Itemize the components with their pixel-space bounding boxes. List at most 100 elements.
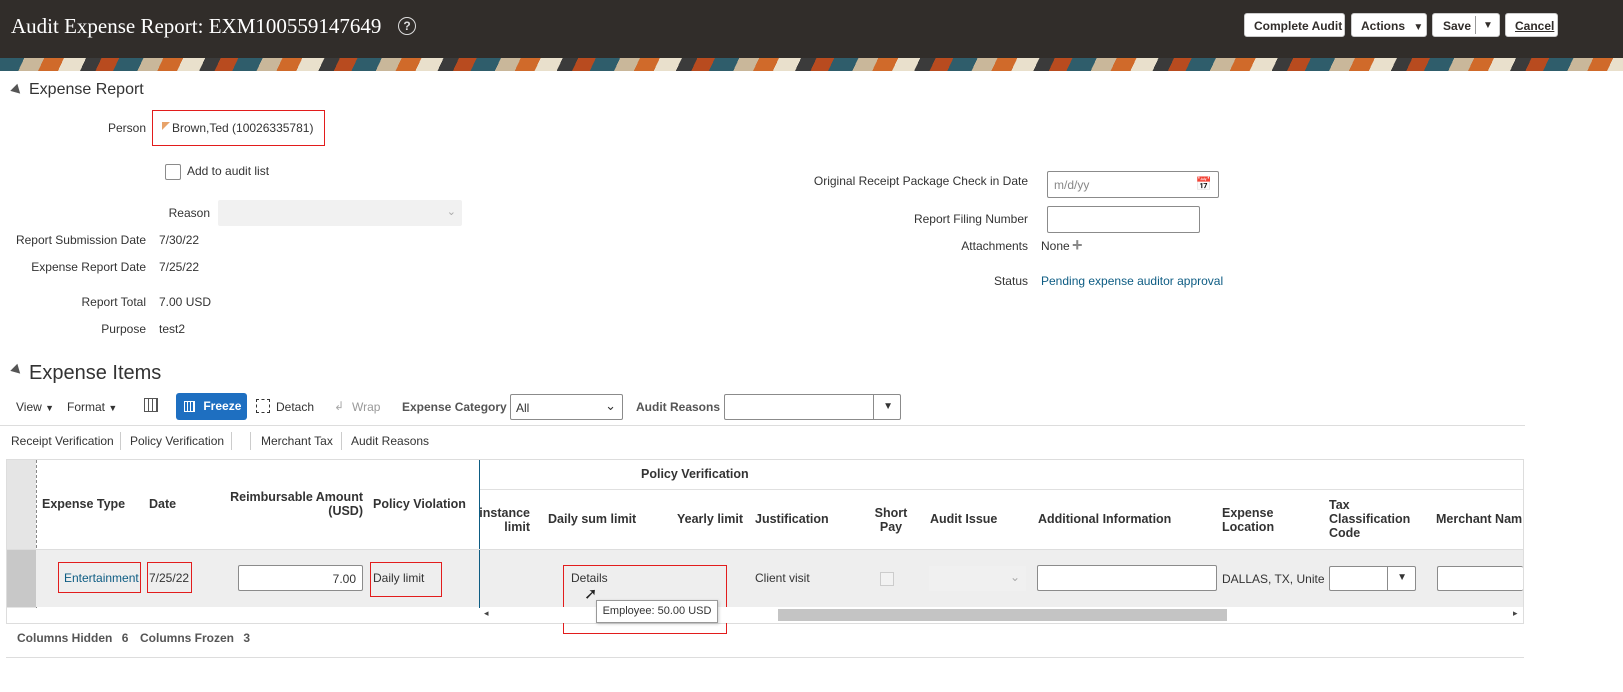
tooltip: Employee: 50.00 USD [596, 600, 718, 623]
divider [6, 657, 1524, 658]
scroll-right-icon[interactable]: ▸ [1513, 608, 1518, 619]
audit-issue-select[interactable]: ⌄ [929, 566, 1026, 591]
report-filing-input[interactable] [1047, 206, 1200, 233]
expense-category-select[interactable]: All ⌄ [510, 394, 623, 420]
column-reimbursable[interactable]: Reimbursable Amount (USD) [203, 490, 363, 518]
row-selector[interactable] [7, 550, 36, 607]
expense-type-link[interactable]: Entertainment [64, 571, 139, 585]
column-audit-issue[interactable]: Audit Issue [930, 512, 997, 526]
actions-button[interactable]: Actions ▼ [1351, 13, 1427, 37]
mouse-cursor-icon: ➚ [584, 586, 598, 603]
expense-location-value: DALLAS, TX, Unite [1222, 572, 1325, 586]
header-banner-image [0, 58, 1623, 71]
audit-reasons-select[interactable]: ▼ [724, 394, 901, 420]
columns-icon[interactable] [144, 398, 158, 412]
amount-value: 7.00 [332, 572, 356, 586]
purpose-label: Purpose [101, 322, 146, 336]
save-menu-chevron-icon[interactable]: ▼ [1483, 14, 1493, 38]
receipt-package-date-input[interactable]: m/d/yy 📅 [1047, 171, 1219, 198]
page-title: Audit Expense Report: EXM100559147649 [11, 14, 382, 38]
report-date-value: 7/25/22 [159, 260, 200, 274]
scrollbar-thumb[interactable] [778, 609, 1227, 621]
freeze-button[interactable]: Freeze [176, 393, 247, 420]
actions-label: Actions [1361, 19, 1406, 33]
column-instance-limit[interactable]: instance limit [478, 506, 530, 534]
column-yearly-limit[interactable]: Yearly limit [677, 512, 743, 526]
attachments-value: None [1041, 239, 1070, 253]
wrap-icon: ↲ [334, 399, 345, 413]
format-menu[interactable]: Format ▼ [67, 400, 117, 414]
column-merchant-name[interactable]: Merchant Nam [1436, 512, 1522, 526]
reimbursable-amount-input[interactable]: 7.00 [238, 565, 363, 591]
merchant-name-input[interactable] [1437, 566, 1523, 591]
person-label: Person [107, 121, 146, 135]
column-reimbursable-line2: (USD) [328, 504, 363, 518]
columns-hidden-label: Columns Hidden [17, 631, 113, 645]
column-location-line1: Expense [1222, 506, 1274, 520]
freeze-label: Freeze [203, 399, 242, 413]
chevron-down-icon: ⌄ [605, 398, 616, 413]
column-additional-information[interactable]: Additional Information [1038, 512, 1171, 526]
daily-sum-details-link[interactable]: Details [571, 571, 608, 585]
detach-button[interactable]: Detach [276, 400, 314, 414]
column-policy-violation[interactable]: Policy Violation [373, 497, 466, 511]
columns-frozen-value: 3 [243, 631, 251, 645]
add-audit-checkbox[interactable] [165, 164, 181, 180]
column-short-line1: Short [874, 506, 908, 520]
column-short-line2: Pay [879, 520, 903, 534]
complete-audit-button[interactable]: Complete Audit [1244, 13, 1345, 37]
tab-audit-reasons[interactable]: Audit Reasons [351, 434, 429, 448]
tab-receipt-verification[interactable]: Receipt Verification [11, 434, 114, 448]
column-justification[interactable]: Justification [755, 512, 829, 526]
wrap-button[interactable]: Wrap [352, 400, 380, 414]
chevron-down-icon: ⌄ [446, 206, 456, 218]
divider [0, 425, 1525, 426]
short-pay-checkbox[interactable] [880, 572, 894, 586]
report-total-value: 7.00 USD [159, 295, 212, 309]
help-icon[interactable]: ? [398, 17, 416, 35]
chevron-down-icon: ⌄ [1009, 570, 1020, 584]
column-tax-line1: Tax [1329, 498, 1350, 512]
expense-category-label: Expense Category [402, 400, 507, 414]
column-location-line2: Location [1222, 520, 1275, 534]
status-value[interactable]: Pending expense auditor approval [1041, 274, 1223, 288]
reason-select[interactable]: ⌄ [218, 200, 462, 226]
tax-classification-select[interactable]: ▼ [1329, 566, 1416, 591]
column-daily-sum-limit[interactable]: Daily sum limit [548, 512, 636, 526]
submission-date-value: 7/30/22 [159, 233, 200, 247]
view-menu[interactable]: View ▼ [16, 400, 54, 414]
calendar-icon[interactable]: 📅 [1196, 176, 1212, 192]
column-date[interactable]: Date [149, 497, 176, 511]
status-label: Status [993, 274, 1028, 288]
add-attachment-icon[interactable]: + [1072, 236, 1083, 254]
tab-merchant-tax[interactable]: Merchant Tax [261, 434, 333, 448]
save-button[interactable]: Save [1443, 14, 1471, 38]
column-expense-location[interactable]: Expense Location [1222, 506, 1274, 534]
column-instance-line1: instance [479, 506, 530, 520]
add-audit-label: Add to audit list [187, 164, 270, 178]
collapse-icon[interactable] [10, 83, 24, 98]
report-filing-label: Report Filing Number [913, 212, 1028, 226]
format-label: Format [67, 400, 106, 414]
columns-hidden: Columns Hidden 6 [17, 631, 128, 645]
cancel-button[interactable]: Cancel [1505, 13, 1558, 37]
column-short-pay[interactable]: Short Pay [872, 506, 910, 534]
chevron-down-icon: ▼ [1413, 22, 1424, 33]
additional-information-input[interactable] [1037, 565, 1217, 591]
report-total-label: Report Total [81, 295, 146, 309]
freeze-icon [184, 401, 195, 412]
justification-value: Client visit [755, 571, 810, 585]
columns-frozen: Columns Frozen 3 [140, 631, 250, 645]
flag-icon [162, 122, 170, 130]
collapse-icon[interactable] [10, 363, 24, 378]
detach-icon[interactable] [256, 399, 270, 413]
tab-policy-verification[interactable]: Policy Verification [130, 434, 224, 448]
columns-frozen-label: Columns Frozen [140, 631, 235, 645]
purpose-value: test2 [159, 322, 186, 336]
scroll-left-icon[interactable]: ◂ [484, 608, 489, 619]
column-expense-type[interactable]: Expense Type [42, 497, 125, 511]
column-tax-classification[interactable]: Tax Classification Code [1329, 498, 1410, 540]
audit-reasons-label: Audit Reasons [636, 400, 721, 414]
column-reimbursable-line1: Reimbursable Amount [230, 490, 363, 504]
category-value: All [516, 401, 530, 415]
